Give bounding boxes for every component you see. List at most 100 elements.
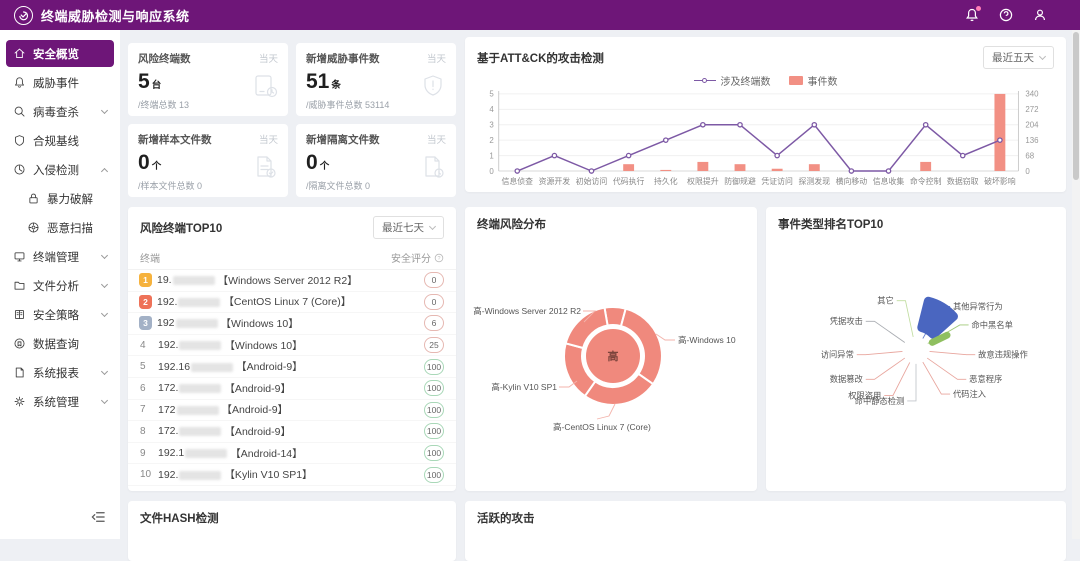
home-icon bbox=[13, 47, 26, 60]
redacted-ip-segment bbox=[185, 449, 227, 458]
gear-icon bbox=[13, 395, 26, 408]
terminal-ip: 192 bbox=[157, 317, 175, 329]
sidebar-item-label: 暴力破解 bbox=[47, 191, 93, 207]
notification-dot bbox=[976, 6, 981, 11]
sidebar-item-gear[interactable]: 系统管理 bbox=[6, 388, 114, 415]
user-icon[interactable] bbox=[1032, 7, 1048, 23]
redacted-ip-segment bbox=[173, 276, 215, 285]
table-row[interactable]: 2192.【CentOS Linux 7 (Core)】0 bbox=[128, 292, 456, 314]
svg-text:权限提升: 权限提升 bbox=[687, 176, 719, 186]
svg-text:高-Kylin V10 SP1: 高-Kylin V10 SP1 bbox=[491, 382, 557, 392]
security-score-badge: 100 bbox=[424, 423, 444, 439]
sidebar-item-label: 终端管理 bbox=[33, 249, 79, 265]
redacted-ip-segment bbox=[178, 298, 220, 307]
table-row[interactable]: 4192.【Windows 10】25 bbox=[128, 335, 456, 357]
sidebar-item-label: 安全概览 bbox=[33, 46, 79, 62]
sidebar-item-bell[interactable]: 威胁事件 bbox=[6, 69, 114, 96]
svg-text:数据篡改: 数据篡改 bbox=[830, 374, 863, 384]
svg-text:204: 204 bbox=[1025, 121, 1039, 130]
terminal-os: 【Windows 10】 bbox=[221, 316, 299, 331]
bell-icon[interactable] bbox=[964, 7, 980, 23]
table-row[interactable]: 5192.16【Android-9】100 bbox=[128, 356, 456, 378]
stat-card[interactable]: 新增样本文件数当天0个/样本文件总数 0 bbox=[128, 124, 288, 197]
sidebar-item-label: 安全策略 bbox=[33, 307, 79, 323]
svg-text:故意违规操作: 故意违规操作 bbox=[978, 350, 1028, 360]
sidebar-item-label: 病毒查杀 bbox=[33, 104, 79, 120]
sidebar-item-shield[interactable]: 合规基线 bbox=[6, 127, 114, 154]
sidebar-collapse-icon[interactable] bbox=[91, 510, 106, 529]
active-attacks-panel: 活跃的攻击 bbox=[465, 501, 1066, 561]
sidebar-item-home[interactable]: 安全概览 bbox=[6, 40, 114, 67]
svg-text:资源开发: 资源开发 bbox=[539, 176, 571, 186]
svg-text:?: ? bbox=[437, 256, 440, 262]
svg-text:3: 3 bbox=[489, 121, 494, 130]
search-icon bbox=[13, 105, 26, 118]
svg-text:命令控制: 命令控制 bbox=[910, 176, 942, 186]
sidebar-item-gauge[interactable]: 入侵检测 bbox=[6, 156, 114, 183]
stat-card[interactable]: 新增隔离文件数当天0个/隔离文件总数 0 bbox=[296, 124, 456, 197]
table-row[interactable]: 8172.【Android-9】100 bbox=[128, 421, 456, 443]
attack-range-select[interactable]: 最近五天 bbox=[983, 46, 1054, 69]
svg-text:4: 4 bbox=[489, 105, 494, 114]
risk-table: 119.【Windows Server 2012 R2】02192.【CentO… bbox=[128, 270, 456, 486]
chevron-down-icon bbox=[101, 252, 108, 259]
gauge-icon bbox=[13, 163, 26, 176]
sidebar-item-folder[interactable]: 文件分析 bbox=[6, 272, 114, 299]
bell-icon bbox=[13, 76, 26, 89]
stat-card[interactable]: 风险终端数当天5台/终端总数 13 bbox=[128, 43, 288, 116]
table-row[interactable]: 6172.【Android-9】100 bbox=[128, 378, 456, 400]
terminal-os: 【Android-9】 bbox=[222, 402, 289, 417]
scrollbar-thumb[interactable] bbox=[1073, 32, 1079, 180]
stat-card-tag: 当天 bbox=[427, 132, 446, 146]
terminal-ip: 192. bbox=[157, 296, 177, 308]
sidebar-item-label: 恶意扫描 bbox=[47, 220, 93, 236]
table-row[interactable]: 9192.1【Android-14】100 bbox=[128, 443, 456, 465]
redacted-ip-segment bbox=[179, 471, 221, 480]
sidebar-item-scan[interactable]: 恶意扫描 bbox=[20, 214, 114, 241]
stat-card-title: 风险终端数 bbox=[138, 51, 278, 66]
svg-text:恶意程序: 恶意程序 bbox=[969, 374, 1002, 384]
attack-detection-panel: 基于ATT&CK的攻击检测 最近五天 涉及终端数 事件数 01234506813… bbox=[465, 37, 1066, 192]
table-row[interactable]: 119.【Windows Server 2012 R2】0 bbox=[128, 270, 456, 292]
sidebar-item-policy[interactable]: 安全策略 bbox=[6, 301, 114, 328]
risk-range-select[interactable]: 最近七天 bbox=[373, 216, 444, 239]
svg-text:136: 136 bbox=[1025, 136, 1039, 145]
file-hash-title: 文件HASH检测 bbox=[140, 510, 219, 526]
folder-icon bbox=[13, 279, 26, 292]
sidebar-item-report[interactable]: 系统报表 bbox=[6, 359, 114, 386]
security-score-badge: 6 bbox=[424, 315, 444, 331]
svg-text:272: 272 bbox=[1025, 105, 1038, 114]
help-icon[interactable] bbox=[998, 7, 1014, 23]
table-row[interactable]: 7172【Android-9】100 bbox=[128, 400, 456, 422]
main-content: 风险终端数当天5台/终端总数 13新增威胁事件数当天51条/威胁事件总数 531… bbox=[120, 30, 1072, 561]
table-row[interactable]: 10192.【Kylin V10 SP1】100 bbox=[128, 464, 456, 486]
app-header: 终端威胁检测与响应系统 bbox=[0, 0, 1080, 30]
page-scrollbar[interactable] bbox=[1072, 30, 1080, 539]
event-ranking-panel: 事件类型排名TOP10 其它其他异常行为命中黑名单故意违规操作恶意程序代码注入命… bbox=[766, 207, 1066, 491]
legend-line-item[interactable]: 涉及终端数 bbox=[694, 73, 771, 88]
terminal-ip: 192. bbox=[158, 339, 178, 351]
stat-card[interactable]: 新增威胁事件数当天51条/威胁事件总数 53114 bbox=[296, 43, 456, 116]
rank-medal-icon: 1 bbox=[139, 273, 152, 287]
pie-center-label: 高 bbox=[608, 349, 619, 363]
sidebar-item-label: 合规基线 bbox=[33, 133, 79, 149]
sidebar-item-label: 数据查询 bbox=[33, 336, 79, 352]
sidebar-item-lock[interactable]: 暴力破解 bbox=[20, 185, 114, 212]
terminal-os: 【Windows Server 2012 R2】 bbox=[218, 273, 358, 288]
sidebar-item-monitor[interactable]: 终端管理 bbox=[6, 243, 114, 270]
svg-text:340: 340 bbox=[1025, 90, 1039, 99]
risk-top10-title: 风险终端TOP10 bbox=[140, 220, 222, 236]
table-row[interactable]: 3192【Windows 10】6 bbox=[128, 313, 456, 335]
risk-top10-panel: 风险终端TOP10 最近七天 终端 安全评分 ? 119.【Windows Se… bbox=[128, 207, 456, 491]
sidebar-item-label: 威胁事件 bbox=[33, 75, 79, 91]
legend-bar-item[interactable]: 事件数 bbox=[789, 73, 838, 88]
sidebar-item-data[interactable]: 数据查询 bbox=[6, 330, 114, 357]
chevron-down-icon bbox=[101, 310, 108, 317]
svg-text:访问异常: 访问异常 bbox=[821, 350, 854, 360]
score-info-icon[interactable]: ? bbox=[434, 253, 444, 263]
sidebar-item-search[interactable]: 病毒查杀 bbox=[6, 98, 114, 125]
rank-number: 6 bbox=[140, 383, 158, 394]
scan-icon bbox=[27, 221, 40, 234]
stat-card-title: 新增隔离文件数 bbox=[306, 132, 446, 147]
risk-distribution-chart: 高 高-Windows Server 2012 R2 高-Windows 10 … bbox=[465, 238, 757, 489]
